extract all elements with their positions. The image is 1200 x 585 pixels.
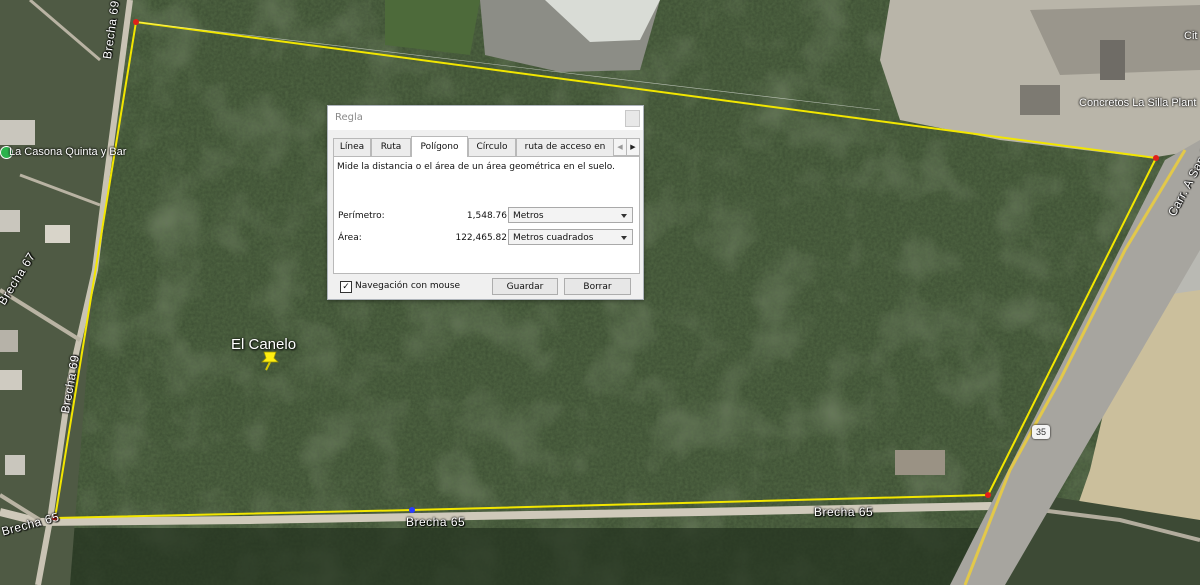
clear-button[interactable]: Borrar	[564, 278, 631, 295]
mouse-navigation-label: Navegación con mouse	[355, 281, 461, 291]
area-unit-select[interactable]: Metros cuadrados	[508, 229, 633, 245]
area-value: 122,465.82	[455, 233, 507, 243]
perimeter-unit-value: Metros	[513, 211, 544, 221]
place-label-corner[interactable]: Cit	[1184, 30, 1197, 42]
panel-description: Mide la distancia o el área de un área g…	[337, 162, 615, 172]
place-label-concretos[interactable]: Concretos La Silla Plant	[1079, 97, 1196, 109]
tab-ruta[interactable]: Ruta	[371, 138, 411, 156]
highway-shield: 35	[1032, 425, 1050, 439]
chevron-down-icon	[621, 236, 627, 240]
pushpin-label[interactable]: El Canelo	[231, 336, 296, 353]
dialog-titlebar[interactable]: Regla	[328, 106, 643, 130]
polygon-vertex[interactable]	[133, 19, 139, 25]
perimeter-label: Perímetro:	[338, 211, 385, 221]
close-icon[interactable]	[625, 110, 640, 127]
perimeter-unit-select[interactable]: Metros	[508, 207, 633, 223]
plant-structure	[1020, 85, 1060, 115]
mouse-navigation-checkbox[interactable]: ✓	[340, 281, 352, 293]
tab-linea[interactable]: Línea	[333, 138, 371, 156]
tab-poligono[interactable]: Polígono	[411, 136, 468, 157]
building	[0, 210, 20, 232]
building	[0, 370, 22, 390]
polygon-panel: Mide la distancia o el área de un área g…	[333, 156, 640, 274]
polygon-vertex[interactable]	[1153, 155, 1159, 161]
perimeter-value: 1,548.76	[466, 211, 507, 221]
building	[895, 450, 945, 475]
dialog-title: Regla	[335, 112, 363, 123]
tab-ruta-3d[interactable]: ruta de acceso en 3D	[516, 138, 614, 156]
building	[45, 225, 70, 243]
place-label-casona[interactable]: La Casona Quinta y Bar	[9, 146, 126, 158]
tab-circulo[interactable]: Círculo	[468, 138, 516, 156]
chevron-down-icon	[621, 214, 627, 218]
save-button[interactable]: Guardar	[492, 278, 558, 295]
area-label: Área:	[338, 233, 362, 243]
forest-band	[0, 528, 1000, 585]
building	[5, 455, 25, 475]
ruler-tabs: Línea Ruta Polígono Círculo ruta de acce…	[333, 136, 640, 157]
road-label-brecha-65: Brecha 65	[814, 505, 874, 519]
building	[0, 120, 35, 145]
area-unit-value: Metros cuadrados	[513, 233, 594, 243]
polygon-midpoint[interactable]	[409, 507, 415, 513]
building	[0, 330, 18, 352]
tab-scroll-right-icon[interactable]: ▶	[626, 138, 640, 156]
ruler-dialog[interactable]: Regla Línea Ruta Polígono Círculo ruta d…	[327, 105, 644, 300]
plant-structure	[1100, 40, 1125, 80]
road-label-brecha-65: Brecha 65	[406, 515, 466, 529]
polygon-vertex[interactable]	[985, 492, 991, 498]
tab-scroll-left-icon[interactable]: ◀	[613, 138, 627, 156]
